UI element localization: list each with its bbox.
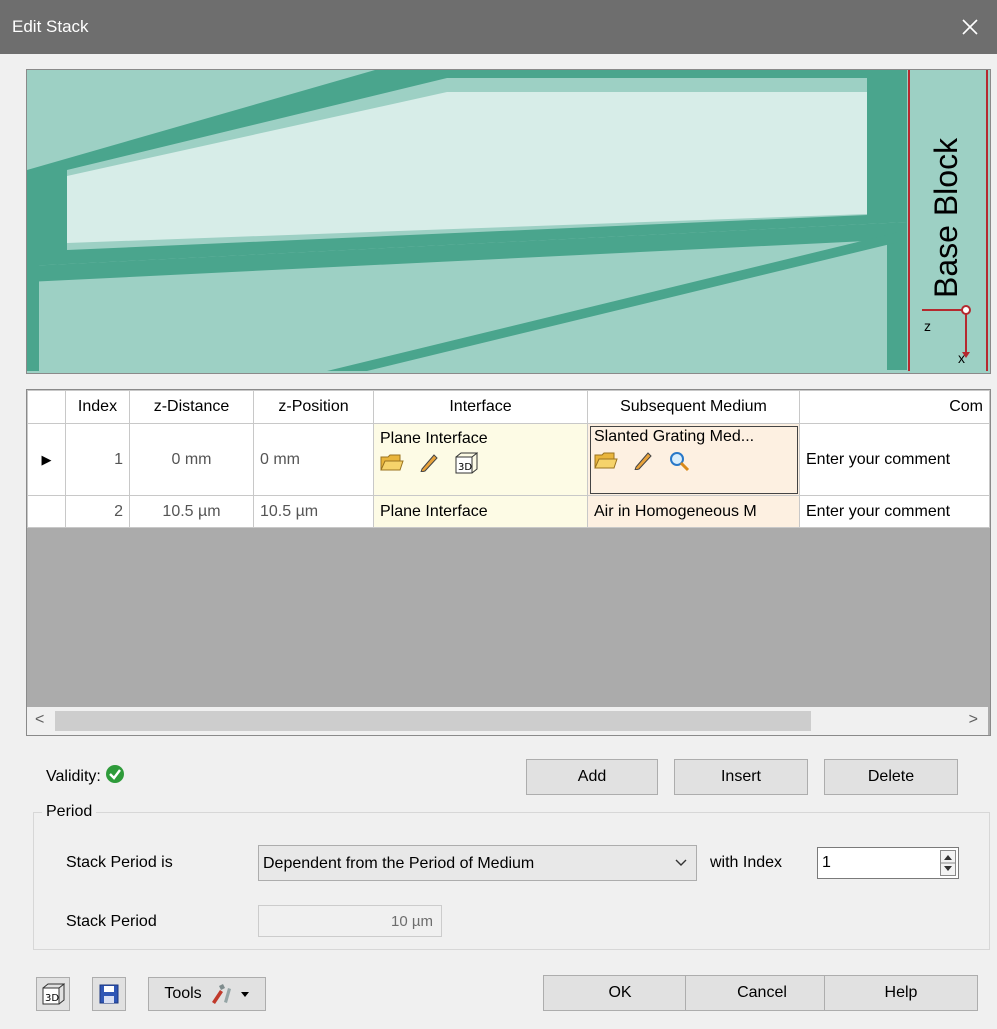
- cell-z-position[interactable]: 0 mm: [253, 423, 374, 496]
- period-group: Period: [33, 803, 990, 950]
- cell-interface[interactable]: Plane Interface 3D: [373, 423, 588, 496]
- tools-menu-button[interactable]: Tools: [148, 977, 266, 1011]
- stack-preview: Base Block z x: [26, 69, 991, 374]
- check-circle-icon: [106, 765, 125, 783]
- save-button[interactable]: [92, 977, 126, 1011]
- open-folder-icon[interactable]: [380, 452, 404, 472]
- scroll-right-icon[interactable]: >: [969, 711, 978, 729]
- cell-index[interactable]: 2: [65, 495, 130, 528]
- save-icon: [99, 984, 119, 1004]
- cell-comment[interactable]: Enter your comment: [799, 495, 990, 528]
- cell-z-distance[interactable]: 0 mm: [129, 423, 254, 496]
- delete-button[interactable]: Delete: [824, 759, 958, 795]
- edit-stack-dialog: Edit Stack Base Block z x Index z-Distan…: [0, 0, 997, 1029]
- 3d-view-icon[interactable]: 3D: [454, 452, 478, 474]
- stack-period-mode-select[interactable]: Dependent from the Period of Medium: [258, 845, 697, 881]
- current-row-marker-icon: ▶: [41, 451, 52, 467]
- scroll-left-icon[interactable]: <: [35, 711, 44, 729]
- close-button[interactable]: [943, 0, 997, 54]
- table-row[interactable]: ▶ 1 0 mm 0 mm Plane Interface 3D Slanted…: [27, 423, 990, 496]
- stepper-buttons[interactable]: [940, 850, 956, 876]
- table-row[interactable]: 2 10.5 µm 10.5 µm Plane Interface Air in…: [27, 495, 990, 528]
- magnifier-icon[interactable]: [668, 450, 690, 472]
- open-folder-icon[interactable]: [594, 450, 618, 470]
- stack-table: Index z-Distance z-Position Interface Su…: [26, 389, 991, 736]
- window-title: Edit Stack: [12, 17, 89, 36]
- 3d-view-icon: 3D: [42, 983, 65, 1005]
- medium-name: Slanted Grating Med...: [594, 428, 755, 445]
- stack-grid: Index z-Distance z-Position Interface Su…: [27, 390, 990, 528]
- column-header-subsequent-medium[interactable]: Subsequent Medium: [587, 390, 800, 424]
- svg-text:3D: 3D: [45, 993, 59, 1004]
- title-bar: Edit Stack: [0, 0, 997, 54]
- cell-z-position[interactable]: 10.5 µm: [253, 495, 374, 528]
- cell-z-distance[interactable]: 10.5 µm: [129, 495, 254, 528]
- row-selector[interactable]: [27, 495, 66, 528]
- stack-period-mode-value: Dependent from the Period of Medium: [263, 855, 535, 872]
- cancel-button[interactable]: Cancel: [685, 975, 839, 1011]
- cell-index[interactable]: 1: [65, 423, 130, 496]
- period-group-label: Period: [42, 803, 97, 821]
- column-header-interface[interactable]: Interface: [373, 390, 588, 424]
- column-header-z-distance[interactable]: z-Distance: [129, 390, 254, 424]
- stack-period-field: 10 µm: [258, 905, 442, 937]
- tools-label: Tools: [164, 985, 202, 1002]
- with-index-stepper[interactable]: 1: [817, 847, 959, 879]
- axis-z-label: z: [924, 318, 931, 334]
- stepper-arrows-icon[interactable]: [941, 851, 955, 875]
- column-header-comment[interactable]: Com: [799, 390, 990, 424]
- stack-period-value: 10 µm: [391, 913, 433, 930]
- close-icon: [962, 19, 978, 35]
- stack-period-label: Stack Period: [66, 913, 157, 930]
- interface-name: Plane Interface: [380, 430, 488, 447]
- help-button[interactable]: Help: [824, 975, 978, 1011]
- stack-period-is-label: Stack Period is: [66, 854, 173, 871]
- row-selector[interactable]: ▶: [27, 423, 66, 496]
- insert-button[interactable]: Insert: [674, 759, 808, 795]
- horizontal-scrollbar[interactable]: < >: [27, 707, 988, 735]
- cell-subsequent-medium[interactable]: Slanted Grating Med...: [587, 423, 800, 496]
- grating-drawing: [27, 70, 910, 371]
- ok-button[interactable]: OK: [543, 975, 697, 1011]
- validity-label: Validity:: [46, 768, 101, 785]
- table-header-row: Index z-Distance z-Position Interface Su…: [27, 390, 990, 424]
- with-index-value: 1: [822, 854, 831, 871]
- base-block-label: Base Block: [928, 137, 964, 298]
- column-header-z-position[interactable]: z-Position: [253, 390, 374, 424]
- axis-x-label: x: [958, 350, 965, 366]
- add-button[interactable]: Add: [526, 759, 658, 795]
- 3d-view-button[interactable]: 3D: [36, 977, 70, 1011]
- scrollbar-thumb[interactable]: [55, 711, 811, 731]
- edit-pencil-icon[interactable]: [632, 450, 654, 470]
- column-header-rowselector: [27, 390, 66, 424]
- with-index-label: with Index: [710, 854, 783, 871]
- cell-interface[interactable]: Plane Interface: [373, 495, 588, 528]
- cell-comment[interactable]: Enter your comment: [799, 423, 990, 496]
- cell-subsequent-medium[interactable]: Air in Homogeneous M: [587, 495, 800, 528]
- validity-indicator: Validity:: [46, 764, 125, 786]
- tools-icon: [211, 984, 231, 1004]
- edit-pencil-icon[interactable]: [418, 452, 440, 472]
- column-header-index[interactable]: Index: [65, 390, 130, 424]
- svg-text:3D: 3D: [458, 462, 472, 473]
- base-block: Base Block z x: [908, 70, 988, 371]
- chevron-down-icon: [240, 992, 249, 997]
- chevron-down-icon: [675, 859, 687, 866]
